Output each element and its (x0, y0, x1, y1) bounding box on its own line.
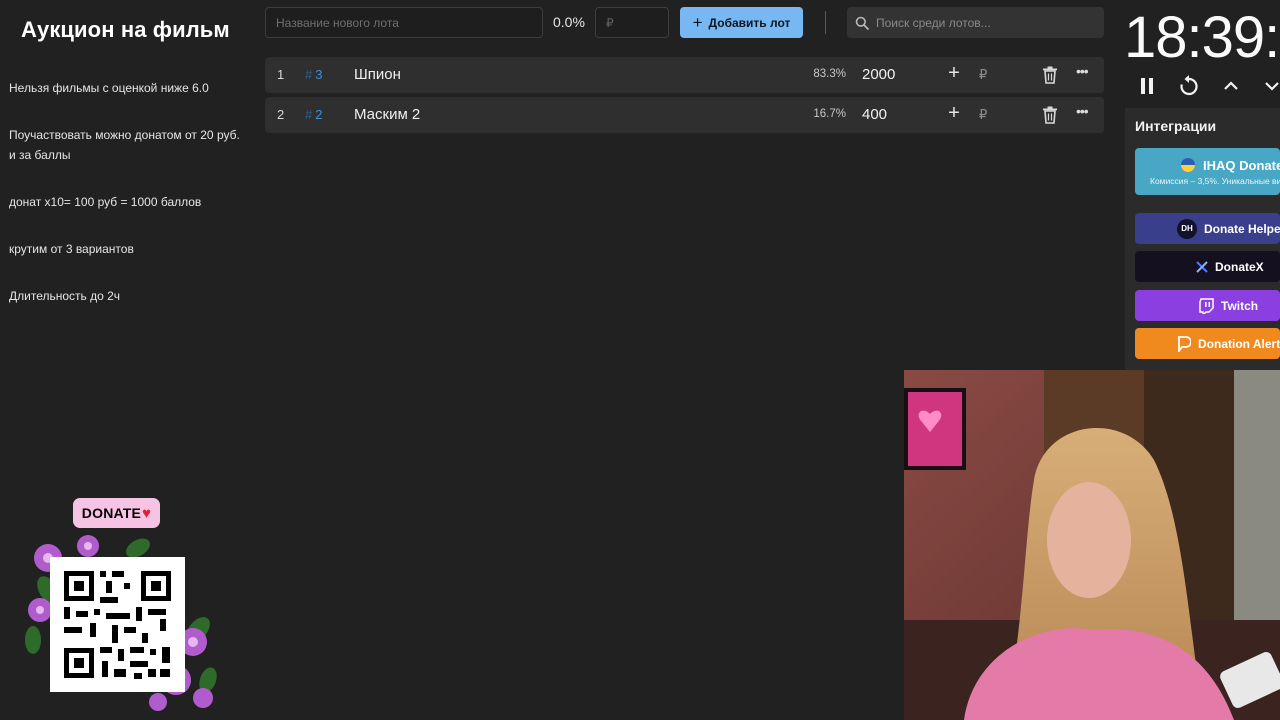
lot-row: 1 #3 Шпион 83.3% 2000 + ₽ ••• (265, 57, 1104, 93)
trash-icon[interactable] (1042, 66, 1058, 84)
rule-item: Длительность до 2ч (9, 289, 121, 303)
lot-row: 2 #2 Маским 2 16.7% 400 + ₽ ••• (265, 97, 1104, 133)
donate-helper-logo-text: DH (1177, 218, 1197, 239)
lot-currency[interactable]: ₽ (979, 67, 987, 83)
plus-icon: + (692, 13, 703, 32)
auction-timer: 18:39:5 (1124, 5, 1280, 70)
lot-percent: 83.3% (813, 68, 846, 80)
donate-helper-label: Donate Helper (1204, 221, 1280, 236)
lot-id-value: 3 (315, 67, 323, 82)
ihaq-donate-subtitle: Комиссия – 3,5%. Уникальные ви (1150, 176, 1280, 186)
lot-index: 2 (277, 107, 285, 122)
left-info-panel: Аукцион на фильм Нельзя фильмы с оценкой… (0, 0, 258, 720)
rules-list: Нельзя фильмы с оценкой ниже 6.0 Поучаст… (9, 78, 247, 333)
auction-app: Аукцион на фильм Нельзя фильмы с оценкой… (0, 0, 1280, 720)
ihaq-logo-icon (1180, 157, 1196, 173)
webcam-overlay (904, 370, 1280, 720)
trash-icon[interactable] (1042, 106, 1058, 124)
twitch-button[interactable]: Twitch (1135, 290, 1280, 321)
heart-icon: ♥ (142, 504, 152, 522)
integrations-title: Интеграции (1135, 118, 1217, 134)
ihaq-donate-header: IHAQ Donate (1180, 157, 1280, 173)
search-icon (855, 16, 869, 30)
lot-index: 1 (277, 67, 285, 82)
twitch-label: Twitch (1221, 298, 1259, 313)
chevron-up-icon[interactable] (1219, 74, 1243, 98)
restart-icon[interactable] (1177, 74, 1201, 98)
ihaq-donate-label: IHAQ Donate (1203, 157, 1280, 173)
add-amount-button[interactable]: + (944, 103, 964, 125)
lot-search-box[interactable] (847, 7, 1104, 38)
donation-alerts-button[interactable]: Donation Alerts (1135, 328, 1280, 359)
rule-item: Поучаствовать можно донатом от 20 руб. и… (9, 128, 240, 162)
donatex-button[interactable]: DonateX (1135, 251, 1280, 282)
pause-icon[interactable] (1135, 74, 1159, 98)
lot-search-input[interactable] (876, 15, 1086, 30)
more-options-icon[interactable]: ••• (1076, 103, 1089, 119)
lot-name[interactable]: Шпион (354, 66, 401, 83)
page-title: Аукцион на фильм (21, 17, 230, 42)
donate-badge-label: DONATE (81, 505, 142, 521)
twitch-logo-icon (1199, 297, 1214, 314)
new-lot-amount-input[interactable] (595, 7, 669, 38)
add-lot-label: Добавить лот (708, 15, 791, 30)
lot-amount[interactable]: 400 (862, 106, 887, 123)
donation-alerts-label: Donation Alerts (1198, 336, 1280, 351)
rule-item: крутим от 3 вариантов (9, 242, 134, 256)
donate-helper-logo-icon: DH (1177, 218, 1197, 239)
add-lot-button[interactable]: + Добавить лот (680, 7, 803, 38)
ihaq-donate-button[interactable]: IHAQ Donate Комиссия – 3,5%. Уникальные … (1135, 148, 1280, 195)
donate-qr-code (50, 557, 185, 692)
rule-item: донат x10= 100 руб = 1000 баллов (9, 195, 202, 209)
rule-item: Нельзя фильмы с оценкой ниже 6.0 (9, 81, 209, 95)
donate-helper-button[interactable]: DH Donate Helper (1135, 213, 1280, 244)
lot-id-value: 2 (315, 107, 323, 122)
add-amount-button[interactable]: + (944, 63, 964, 85)
lot-currency[interactable]: ₽ (979, 107, 987, 123)
new-lot-name-input[interactable] (265, 7, 543, 38)
lot-percent: 16.7% (813, 108, 846, 120)
chevron-down-icon[interactable] (1260, 74, 1280, 98)
donate-badge: DONATE ♥ (73, 498, 160, 528)
new-lot-percent: 0.0% (553, 14, 585, 30)
more-options-icon[interactable]: ••• (1076, 63, 1089, 79)
lot-id: #2 (305, 107, 323, 122)
donation-alerts-logo-icon (1177, 335, 1191, 352)
lot-name[interactable]: Маским 2 (354, 106, 420, 123)
lot-amount[interactable]: 2000 (862, 66, 895, 83)
donatex-label: DonateX (1215, 259, 1264, 274)
toolbar-divider (825, 11, 826, 34)
donatex-logo-icon (1196, 260, 1208, 273)
lot-id: #3 (305, 67, 323, 82)
